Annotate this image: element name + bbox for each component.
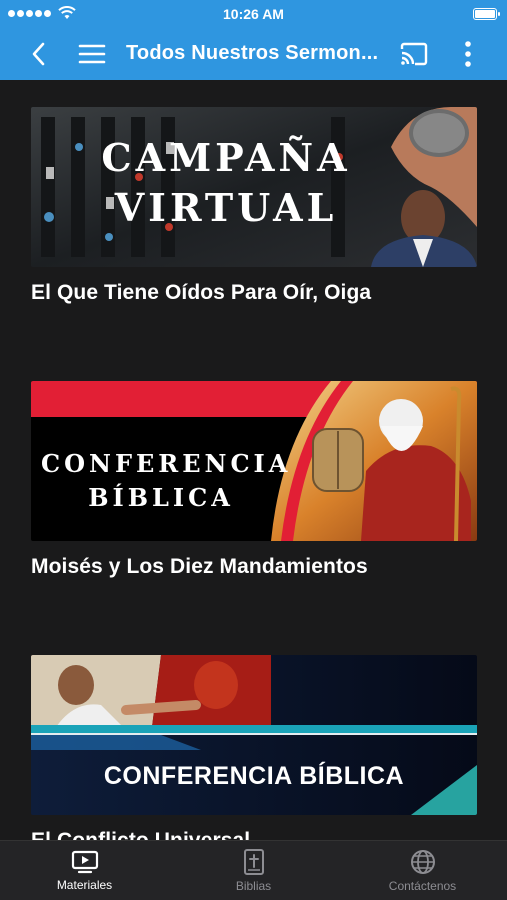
more-options-button[interactable] [450,36,486,72]
banner-line: CONFERENCIA [41,449,292,478]
sermon-card[interactable]: CAMPAÑA VIRTUAL El Que Tiene Oídos Para … [31,107,477,305]
cast-button[interactable] [396,36,432,72]
sermon-title[interactable]: El Que Tiene Oídos Para Oír, Oiga [31,281,477,305]
tab-materiales[interactable]: Materiales [0,841,169,900]
sermon-thumbnail[interactable]: CAMPAÑA VIRTUAL [31,107,477,267]
top-bar: 10:26 AM Todos Nuestros Sermon... [0,0,507,80]
page-title: Todos Nuestros Sermon... [126,42,379,64]
chevron-left-icon [32,42,45,66]
sermon-card[interactable]: CONFERENCIA BÍBLICA El Conflicto Univers… [31,655,477,840]
back-button[interactable] [20,36,56,72]
sermon-card[interactable]: CONFERENCIA BÍBLICA Moisés y Los Diez Ma… [31,381,477,579]
tab-label: Biblias [235,878,272,893]
bible-icon [243,848,264,875]
banner-line: CONFERENCIA BÍBLICA [103,762,405,790]
banner-line: VIRTUAL [114,184,338,230]
tab-contactenos[interactable]: Contáctenos [338,841,507,900]
battery-icon [473,8,500,20]
more-vertical-icon [465,41,471,67]
menu-button[interactable] [74,36,110,72]
tab-label: Contáctenos [388,878,457,893]
banner-line: BÍBLICA [88,483,234,513]
cast-icon [400,42,428,66]
sermon-thumbnail[interactable]: CONFERENCIA BÍBLICA [31,655,477,815]
app-bar: Todos Nuestros Sermon... [0,28,507,80]
sermon-list: CAMPAÑA VIRTUAL El Que Tiene Oídos Para … [0,80,507,840]
status-bar: 10:26 AM [0,0,507,28]
bottom-tab-bar: Materiales Biblias Contáctenos [0,840,507,900]
sermon-thumbnail[interactable]: CONFERENCIA BÍBLICA [31,381,477,541]
hamburger-icon [78,44,106,64]
conflict-banner-image [31,655,477,815]
tv-icon [71,850,98,873]
banner-line: CAMPAÑA [101,135,351,180]
sermon-title[interactable]: El Conflicto Universal [31,829,477,840]
status-time: 10:26 AM [223,6,284,22]
tab-label: Materiales [56,877,113,892]
tab-biblias[interactable]: Biblias [169,841,338,900]
sermon-title[interactable]: Moisés y Los Diez Mandamientos [31,555,477,579]
globe-icon [410,849,435,874]
